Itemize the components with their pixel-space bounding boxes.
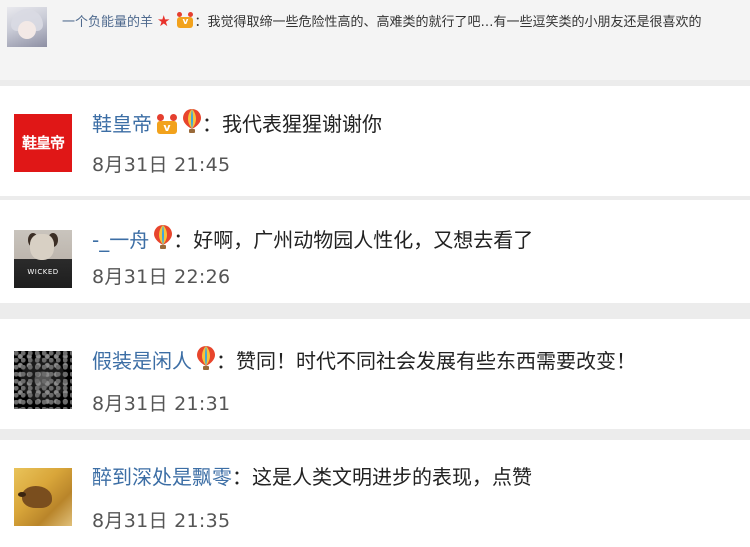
comment-feed: 一个负能量的羊 ★ v ：我觉得取缔一些危险性高的、高难类的就行了吧…有一些逗笑类的小…	[0, 0, 750, 547]
comment-text: ：这是人类文明进步的表现，点赞	[232, 465, 532, 489]
vip-crown-icon: v	[156, 114, 178, 134]
comment-username[interactable]: 假装是闲人	[92, 349, 192, 373]
avatar-shirt-text: WICKED	[27, 268, 59, 276]
user-avatar[interactable]	[14, 468, 72, 526]
balloon-icon	[197, 346, 215, 370]
comment-timestamp: 8月31日 22:26	[92, 266, 231, 288]
comment-text: ：我代表猩猩谢谢你	[202, 112, 382, 136]
comment-line: 鞋皇帝 v ：我代表猩猩谢谢你	[92, 108, 382, 137]
quoted-user-avatar[interactable]	[7, 7, 47, 47]
comment-line: 假装是闲人 ：赞同！时代不同社会发展有些东西需要改变！	[92, 345, 636, 374]
star-icon: ★	[157, 12, 171, 30]
comment-timestamp: 8月31日 21:45	[92, 154, 231, 176]
user-avatar[interactable]	[14, 351, 72, 409]
comment-timestamp: 8月31日 21:31	[92, 393, 231, 415]
comment-item: WICKED -_一舟 ：好啊，广州动物园人性化，又想去看了 8月31日 22:2…	[0, 200, 750, 303]
divider	[0, 303, 750, 319]
comment-item: 醉到深处是飘零：这是人类文明进步的表现，点赞 8月31日 21:35	[0, 440, 750, 547]
vip-crown-icon: v	[176, 12, 194, 28]
comment-item: 鞋皇帝 鞋皇帝 v ：我代表猩猩谢谢你 8月31日 21:45	[0, 86, 750, 196]
comment-username[interactable]: 鞋皇帝	[92, 112, 152, 136]
quoted-content: ：我觉得取缔一些危险性高的、高难类的就行了吧…有一些逗笑类的小朋友还是很喜欢的	[194, 15, 702, 30]
comment-text: ：赞同！时代不同社会发展有些东西需要改变！	[216, 349, 636, 373]
balloon-icon	[183, 109, 201, 133]
comment-line: 醉到深处是飘零：这是人类文明进步的表现，点赞	[92, 464, 532, 490]
user-avatar[interactable]: 鞋皇帝	[14, 114, 72, 172]
comment-username[interactable]: 醉到深处是飘零	[92, 465, 232, 489]
quoted-username[interactable]: 一个负能量的羊	[62, 15, 153, 30]
quoted-comment-text: 一个负能量的羊 ★ v ：我觉得取缔一些危险性高的、高难类的就行了吧…有一些逗笑类的小…	[62, 9, 742, 35]
comment-line: -_一舟 ：好啊，广州动物园人性化，又想去看了	[92, 224, 533, 253]
user-avatar[interactable]: WICKED	[14, 230, 72, 288]
balloon-icon	[154, 225, 173, 249]
divider	[0, 429, 750, 440]
avatar-logo-text: 鞋皇帝	[21, 134, 65, 152]
quoted-comment: 一个负能量的羊 ★ v ：我觉得取缔一些危险性高的、高难类的就行了吧…有一些逗笑类的小…	[0, 0, 750, 80]
comment-text: ：好啊，广州动物园人性化，又想去看了	[173, 228, 534, 252]
comment-username[interactable]: -_一舟	[92, 228, 149, 252]
comment-item: 假装是闲人 ：赞同！时代不同社会发展有些东西需要改变！ 8月31日 21:31	[0, 319, 750, 429]
comment-timestamp: 8月31日 21:35	[92, 510, 231, 532]
